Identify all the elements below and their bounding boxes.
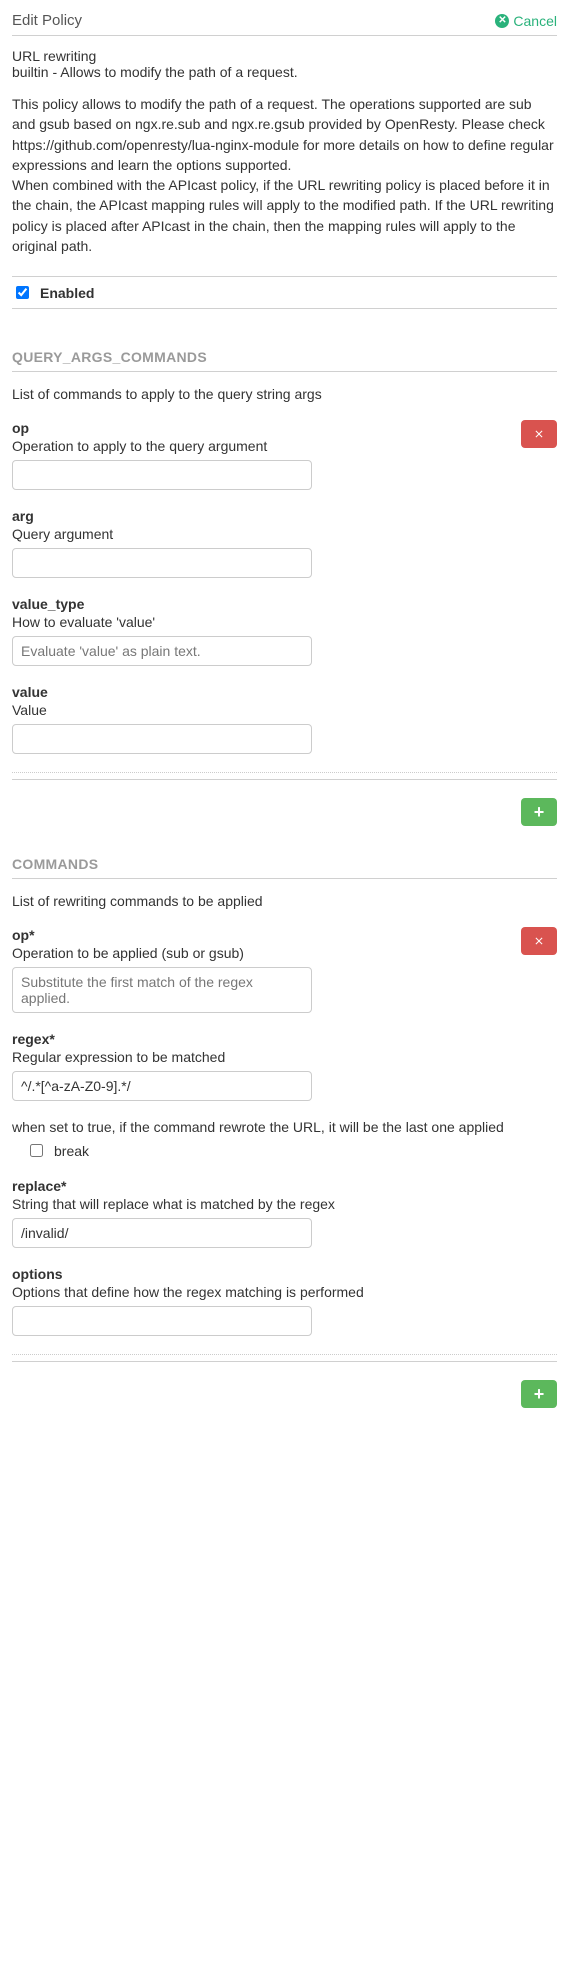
query-args-item: op Operation to apply to the query argum…: [12, 420, 557, 754]
cmd-regex-help: Regular expression to be matched: [12, 1049, 557, 1065]
cmd-op-select[interactable]: Substitute the first match of the regex …: [12, 967, 312, 1013]
qa-op-help: Operation to apply to the query argument: [12, 438, 557, 454]
qa-valuetype-label: value_type: [12, 596, 557, 612]
query-args-section-desc: List of commands to apply to the query s…: [12, 386, 557, 402]
qa-arg-label: arg: [12, 508, 557, 524]
page-title: Edit Policy: [12, 12, 82, 29]
cmd-regex-label: regex*: [12, 1031, 557, 1047]
close-icon: ✕: [495, 14, 509, 28]
edit-policy-header: Edit Policy ✕ Cancel: [12, 12, 557, 36]
commands-section-desc: List of rewriting commands to be applied: [12, 893, 557, 909]
cmd-break-label: break: [54, 1143, 89, 1159]
enabled-checkbox[interactable]: [16, 286, 29, 299]
remove-icon: [533, 935, 545, 947]
commands-section-title: COMMANDS: [12, 856, 557, 879]
policy-name: URL rewriting: [12, 48, 557, 64]
add-command-button[interactable]: +: [521, 1380, 557, 1408]
remove-command-button[interactable]: [521, 927, 557, 955]
cmd-options-label: options: [12, 1266, 557, 1282]
cmd-op-help: Operation to be applied (sub or gsub): [12, 945, 557, 961]
cmd-op-label: op*: [12, 927, 557, 943]
plus-icon: +: [534, 1384, 545, 1405]
qa-value-label: value: [12, 684, 557, 700]
cancel-label: Cancel: [513, 13, 557, 29]
add-query-arg-button[interactable]: +: [521, 798, 557, 826]
remove-query-arg-button[interactable]: [521, 420, 557, 448]
qa-value-help: Value: [12, 702, 557, 718]
cancel-button[interactable]: ✕ Cancel: [495, 13, 557, 29]
cmd-replace-label: replace*: [12, 1178, 557, 1194]
qa-valuetype-help: How to evaluate 'value': [12, 614, 557, 630]
qa-op-input[interactable]: [12, 460, 312, 490]
qa-arg-input[interactable]: [12, 548, 312, 578]
divider: [12, 1354, 557, 1355]
enabled-label: Enabled: [40, 285, 94, 301]
qa-op-label: op: [12, 420, 557, 436]
cmd-options-input[interactable]: [12, 1306, 312, 1336]
divider: [12, 772, 557, 773]
cmd-regex-input[interactable]: [12, 1071, 312, 1101]
enabled-row: Enabled: [12, 276, 557, 309]
remove-icon: [533, 428, 545, 440]
policy-builtin-line: builtin - Allows to modify the path of a…: [12, 64, 557, 80]
cmd-replace-input[interactable]: [12, 1218, 312, 1248]
cmd-break-checkbox[interactable]: [30, 1144, 43, 1157]
cmd-replace-help: String that will replace what is matched…: [12, 1196, 557, 1212]
plus-icon: +: [534, 802, 545, 823]
qa-arg-help: Query argument: [12, 526, 557, 542]
qa-value-input[interactable]: [12, 724, 312, 754]
cmd-break-help: when set to true, if the command rewrote…: [12, 1119, 557, 1135]
query-args-section-title: QUERY_ARGS_COMMANDS: [12, 349, 557, 372]
policy-description: This policy allows to modify the path of…: [12, 94, 557, 256]
cmd-options-help: Options that define how the regex matchi…: [12, 1284, 557, 1300]
qa-valuetype-select[interactable]: Evaluate 'value' as plain text.: [12, 636, 312, 666]
command-item: op* Operation to be applied (sub or gsub…: [12, 927, 557, 1336]
